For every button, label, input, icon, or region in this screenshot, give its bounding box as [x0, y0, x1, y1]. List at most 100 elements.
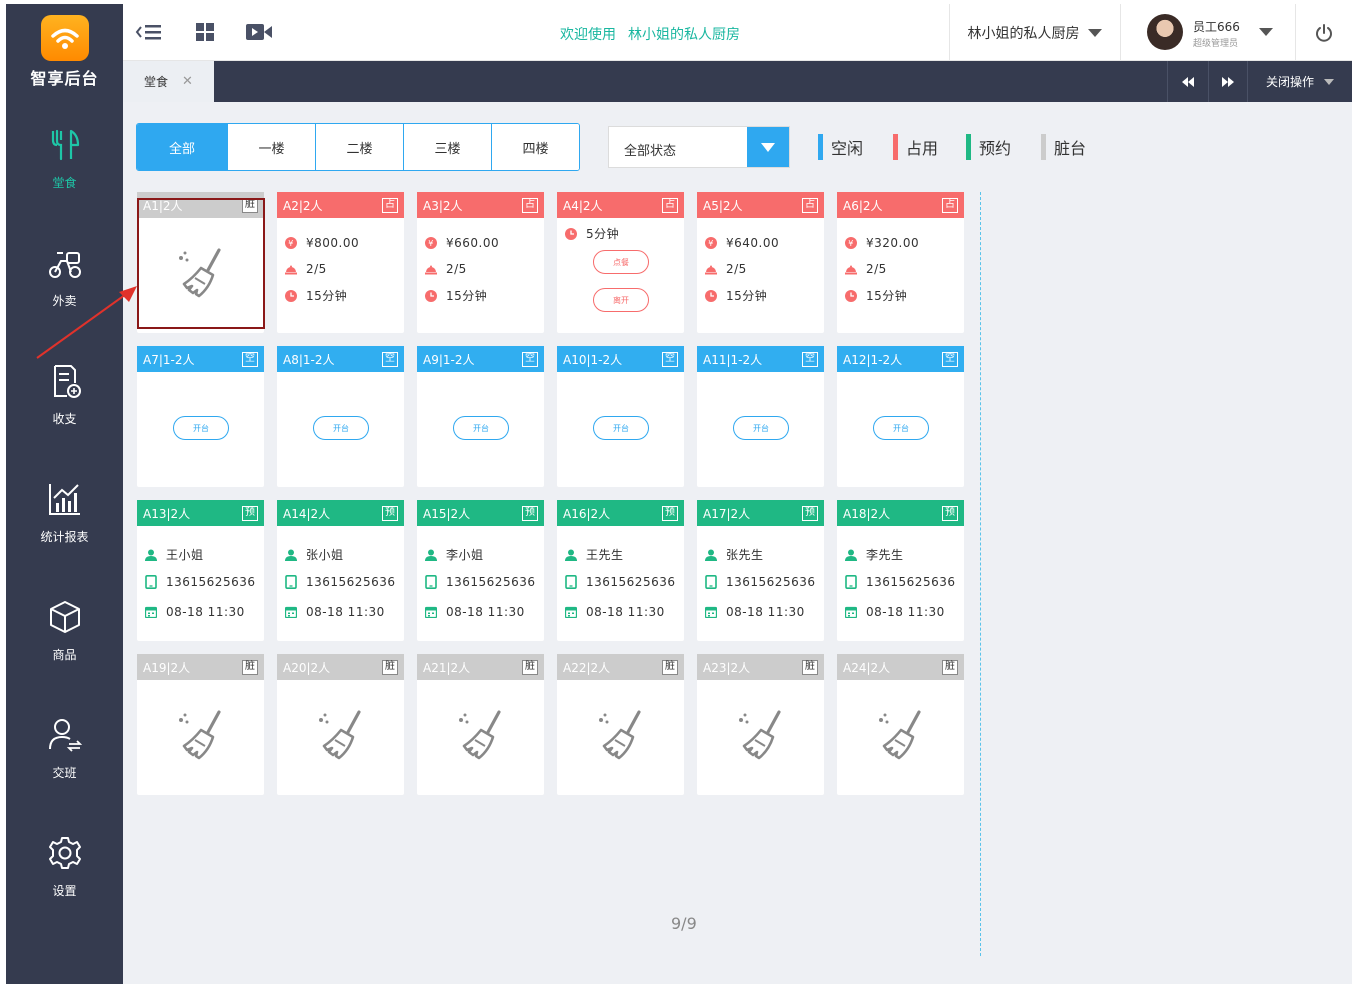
shop-select[interactable]: 林小姐的私人厨房: [949, 4, 1119, 61]
table-card[interactable]: A12|1-2人 空开台: [837, 346, 964, 487]
info-line: 张先生: [705, 546, 764, 563]
info-line: 08-18 11:30: [425, 605, 525, 619]
table-card[interactable]: A3|2人 占 ¥ ¥660.00 2/5 15分钟: [417, 192, 544, 333]
table-name: A15|2人: [423, 506, 471, 521]
table-card[interactable]: A15|2人 预李小姐 13615625636 08-18 11:30: [417, 500, 544, 641]
person-icon: [705, 549, 717, 561]
person-icon: [285, 549, 297, 561]
table-card[interactable]: A21|2人 脏: [417, 654, 544, 795]
info-value: 2/5: [446, 262, 467, 276]
legend-item[interactable]: 脏台: [1041, 134, 1086, 160]
tab-dine-in[interactable]: 堂食 ✕: [123, 61, 214, 102]
floor-tab-0[interactable]: 全部: [137, 124, 227, 170]
svg-text:¥: ¥: [428, 239, 434, 248]
power-button[interactable]: [1295, 4, 1352, 61]
phone-icon: [565, 575, 577, 589]
info-value: 08-18 11:30: [166, 605, 245, 619]
brand-logo[interactable]: 智享后台: [6, 4, 123, 100]
shop-select-value: 林小姐的私人厨房: [967, 25, 1080, 42]
table-card[interactable]: A17|2人 预张先生 13615625636 08-18 11:30: [697, 500, 824, 641]
dropdown-arrow-icon: [747, 127, 789, 167]
info-value: 2/5: [306, 262, 327, 276]
info-line: 13615625636: [425, 575, 535, 589]
status-filter-select[interactable]: 全部状态: [608, 126, 790, 168]
floor-tab-3[interactable]: 三楼: [403, 124, 491, 170]
table-card[interactable]: A8|1-2人 空开台: [277, 346, 404, 487]
table-card[interactable]: A1|2人 脏: [137, 192, 264, 333]
person-icon: [565, 549, 577, 561]
table-card[interactable]: A7|1-2人 空开台: [137, 346, 264, 487]
table-card-body: [837, 680, 964, 795]
legend-item[interactable]: 预约: [966, 134, 1011, 160]
leave-button[interactable]: 离开: [593, 288, 649, 312]
scroll-left-button[interactable]: [1167, 61, 1208, 102]
table-card[interactable]: A16|2人 预王先生 13615625636 08-18 11:30: [557, 500, 684, 641]
table-card[interactable]: A20|2人 脏: [277, 654, 404, 795]
sidebar-item-5[interactable]: 交班: [6, 690, 123, 808]
table-card[interactable]: A4|2人 占 5分钟 点餐 离开: [557, 192, 684, 333]
video-icon[interactable]: [245, 20, 273, 44]
sidebar-item-2[interactable]: 收支: [6, 336, 123, 454]
calendar-icon: [845, 606, 857, 618]
info-value: ¥640.00: [726, 236, 780, 250]
status-badge: 占: [942, 197, 958, 213]
open-table-button[interactable]: 开台: [733, 416, 789, 440]
open-table-button[interactable]: 开台: [593, 416, 649, 440]
open-table-button[interactable]: 开台: [453, 416, 509, 440]
status-badge: 脏: [242, 197, 258, 213]
open-table-button[interactable]: 开台: [313, 416, 369, 440]
close-icon[interactable]: ✕: [182, 74, 193, 89]
table-name: A20|2人: [283, 660, 331, 675]
scroll-right-button[interactable]: [1208, 61, 1247, 102]
legend-item[interactable]: 空闲: [818, 134, 863, 160]
floor-tab-2[interactable]: 二楼: [315, 124, 403, 170]
gear-icon: [47, 835, 83, 882]
status-badge: 空: [802, 351, 818, 367]
table-card[interactable]: A18|2人 预李先生 13615625636 08-18 11:30: [837, 500, 964, 641]
table-card-body: [137, 218, 264, 333]
sidebar-item-4[interactable]: 商品: [6, 572, 123, 690]
table-card-header: A1|2人 脏: [137, 192, 264, 218]
info-line: 李小姐: [425, 546, 484, 563]
user-menu[interactable]: 员工666 超级管理员: [1120, 4, 1295, 61]
table-card-body: 张小姐 13615625636 08-18 11:30: [277, 526, 404, 641]
sidebar-item-3[interactable]: 统计报表: [6, 454, 123, 572]
info-line: 2/5: [285, 262, 327, 276]
floor-tab-4[interactable]: 四楼: [491, 124, 579, 170]
info-value: 15分钟: [726, 289, 768, 303]
table-card[interactable]: A11|1-2人 空开台: [697, 346, 824, 487]
close-operations-button[interactable]: 关闭操作: [1247, 61, 1352, 102]
info-value: 13615625636: [586, 575, 676, 589]
broom-icon: [175, 248, 227, 300]
table-card[interactable]: A5|2人 占 ¥ ¥640.00 2/5 15分钟: [697, 192, 824, 333]
table-name: A14|2人: [283, 506, 331, 521]
sidebar-item-0[interactable]: 堂食: [6, 100, 123, 218]
table-card[interactable]: A10|1-2人 空开台: [557, 346, 684, 487]
open-table-button[interactable]: 开台: [873, 416, 929, 440]
table-card[interactable]: A6|2人 占 ¥ ¥320.00 2/5 15分钟: [837, 192, 964, 333]
grid-icon[interactable]: [191, 20, 219, 44]
table-card[interactable]: A9|1-2人 空开台: [417, 346, 544, 487]
table-card[interactable]: A22|2人 脏: [557, 654, 684, 795]
legend-item[interactable]: 占用: [893, 134, 938, 160]
table-card[interactable]: A19|2人 脏: [137, 654, 264, 795]
svg-text:¥: ¥: [848, 239, 854, 248]
caret-down-icon: [1324, 78, 1334, 85]
table-card[interactable]: A23|2人 脏: [697, 654, 824, 795]
wifi-logo-icon: [40, 15, 89, 61]
floor-tab-1[interactable]: 一楼: [227, 124, 315, 170]
sidebar-item-1[interactable]: 外卖: [6, 218, 123, 336]
sidebar-item-6[interactable]: 设置: [6, 808, 123, 926]
table-card[interactable]: A13|2人 预王小姐 13615625636 08-18 11:30: [137, 500, 264, 641]
collapse-menu-icon[interactable]: [135, 20, 163, 44]
table-card-header: A11|1-2人 空: [697, 346, 824, 372]
table-card[interactable]: A2|2人 占 ¥ ¥800.00 2/5 15分钟: [277, 192, 404, 333]
phone-icon: [845, 575, 857, 589]
table-card[interactable]: A14|2人 预张小姐 13615625636 08-18 11:30: [277, 500, 404, 641]
open-table-button[interactable]: 开台: [173, 416, 229, 440]
order-button[interactable]: 点餐: [593, 250, 649, 274]
table-card-header: A15|2人 预: [417, 500, 544, 526]
table-card[interactable]: A24|2人 脏: [837, 654, 964, 795]
person-icon: [425, 549, 437, 561]
broom-icon: [595, 710, 647, 762]
